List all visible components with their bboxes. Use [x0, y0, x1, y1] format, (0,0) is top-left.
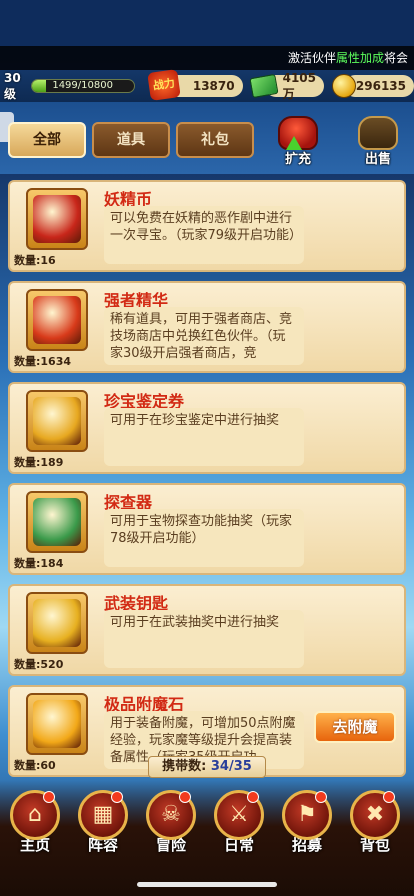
- adventure-skull-icon: ☠: [146, 790, 196, 840]
- top-band: [0, 0, 414, 46]
- item-description: 可以免费在妖精的恶作剧中进行一次寻宝。（玩家79级开启功能）: [104, 206, 304, 264]
- sell-button[interactable]: 出售: [350, 116, 406, 168]
- notification-dot-icon: [43, 791, 55, 803]
- ticker-text: 激活伙伴: [287, 51, 336, 65]
- nav-adventure-skull[interactable]: ☠ 冒险: [140, 790, 202, 856]
- daily-swords-icon: ⚔: [214, 790, 264, 840]
- enchant-button[interactable]: 去附魔: [314, 711, 396, 743]
- item-icon-frame[interactable]: [26, 188, 88, 250]
- item-card[interactable]: 数量:520 武装钥匙 可用于在武装抽奖中进行抽奖: [8, 584, 406, 676]
- capacity-label: 携带数:: [162, 759, 207, 774]
- item-quantity: 数量:1634: [14, 355, 72, 368]
- ticker-highlight: 属性加成: [335, 51, 384, 65]
- notification-dot-icon: [247, 791, 259, 803]
- item-quantity: 数量:520: [14, 658, 64, 671]
- home-indicator: [137, 882, 277, 887]
- notification-dot-icon: [383, 791, 395, 803]
- notification-dot-icon: [111, 791, 123, 803]
- key-icon: [33, 599, 81, 647]
- treasure-chest-icon: [358, 116, 398, 150]
- item-quantity: 数量:16: [14, 254, 56, 267]
- item-icon-frame[interactable]: [26, 491, 88, 553]
- power-value: 13870: [192, 79, 235, 93]
- player-status-bar: 30级 1499/10800 战力 13870 4105万 296135: [0, 69, 414, 102]
- lineup-icon: ▦: [78, 790, 128, 840]
- gold-value: 296135: [355, 79, 407, 93]
- expand-bag-icon: [278, 116, 318, 150]
- item-icon-frame[interactable]: [26, 289, 88, 351]
- item-icon-frame[interactable]: [26, 592, 88, 654]
- power-badge-icon: 战力: [146, 69, 181, 101]
- red-crystal-icon: [33, 296, 81, 344]
- xp-bar: 1499/10800: [30, 79, 135, 93]
- ticker-text-end: 将会: [383, 51, 408, 65]
- tab-all[interactable]: 全部: [8, 122, 86, 158]
- player-level: 30级: [4, 70, 21, 101]
- tab-gift-packs[interactable]: 礼包: [176, 122, 254, 158]
- item-card[interactable]: 数量:184 探查器 可用于宝物探查功能抽奖（玩家78级开启功能）: [8, 483, 406, 575]
- item-description: 稀有道具，可用于强者商店、竞技场商店中兑换红色伙伴。（玩家30级开启强者商店，竞: [104, 307, 304, 365]
- cash-value: 4105万: [282, 70, 317, 101]
- item-icon-frame[interactable]: [26, 693, 88, 755]
- gold-coin-icon: [332, 74, 357, 98]
- cash-icon: [249, 73, 279, 99]
- magnifier-icon: [33, 397, 81, 445]
- cash-display[interactable]: 4105万: [249, 71, 325, 101]
- notification-dot-icon: [315, 791, 327, 803]
- inventory-list: 数量:16 妖精币 可以免费在妖精的恶作剧中进行一次寻宝。（玩家79级开启功能） 数量…: [8, 180, 406, 786]
- nav-backpack[interactable]: ✖ 背包: [344, 790, 406, 856]
- gold-display[interactable]: 296135: [332, 74, 414, 98]
- notification-dot-icon: [179, 791, 191, 803]
- recruit-icon: ⚑: [282, 790, 332, 840]
- capacity-value: 34/35: [210, 759, 252, 774]
- item-description: 可用于在武装抽奖中进行抽奖: [104, 610, 304, 668]
- item-card[interactable]: 数量:16 妖精币 可以免费在妖精的恶作剧中进行一次寻宝。（玩家79级开启功能）: [8, 180, 406, 272]
- backpack-icon: ✖: [350, 790, 400, 840]
- expand-button[interactable]: 扩充: [270, 116, 326, 168]
- item-quantity: 数量:184: [14, 557, 64, 570]
- home-icon: ⌂: [10, 790, 60, 840]
- item-icon-frame[interactable]: [26, 390, 88, 452]
- detector-icon: [33, 498, 81, 546]
- item-card[interactable]: 数量:1634 强者精华 稀有道具，可用于强者商店、竞技场商店中兑换红色伙伴。（玩家…: [8, 281, 406, 373]
- nav-home[interactable]: ⌂ 主页: [4, 790, 66, 856]
- item-quantity: 数量:60: [14, 759, 56, 772]
- fairy-coin-icon: [33, 195, 81, 243]
- arrow-up-icon: [286, 136, 302, 150]
- sell-label: 出售: [364, 152, 391, 167]
- item-description: 可用于宝物探查功能抽奖（玩家78级开启功能）: [104, 509, 304, 567]
- expand-label: 扩充: [284, 152, 311, 167]
- nav-lineup[interactable]: ▦ 阵容: [72, 790, 134, 856]
- enchant-stone-icon: [33, 700, 81, 748]
- item-card[interactable]: 数量:189 珍宝鉴定券 可用于在珍宝鉴定中进行抽奖: [8, 382, 406, 474]
- carry-capacity: 携带数: 34/35: [148, 756, 266, 778]
- xp-text: 1499/10800: [52, 80, 113, 91]
- announcement-ticker: 激活伙伴属性加成将会: [0, 46, 414, 70]
- item-description: 可用于在珍宝鉴定中进行抽奖: [104, 408, 304, 466]
- tab-items[interactable]: 道具: [92, 122, 170, 158]
- power-display: 战力 13870: [146, 69, 243, 101]
- item-quantity: 数量:189: [14, 456, 64, 469]
- nav-recruit[interactable]: ⚑ 招募: [276, 790, 338, 856]
- nav-daily-swords[interactable]: ⚔ 日常: [208, 790, 270, 856]
